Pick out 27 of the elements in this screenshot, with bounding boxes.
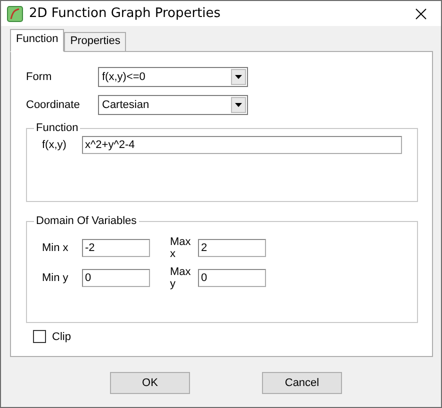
tab[interactable]: Properties — [64, 32, 126, 51]
input-field[interactable]: 2 — [198, 239, 266, 257]
input-field[interactable]: 0 — [198, 269, 266, 287]
close-icon[interactable] — [415, 8, 427, 20]
window-title: 2D Function Graph Properties — [29, 6, 222, 21]
dialog-button[interactable]: Cancel — [262, 372, 342, 394]
input-field[interactable]: 0 — [82, 269, 150, 287]
checkbox-label: Clip — [52, 330, 71, 342]
coordinate-dropdown[interactable]: Cartesian — [98, 94, 248, 114]
field-label: Coordinate — [26, 98, 81, 110]
dropdown-arrow-icon — [235, 102, 242, 106]
field-label: Max y — [169, 266, 192, 290]
app-icon — [7, 6, 23, 22]
dropdown-arrow-icon — [235, 74, 242, 78]
group-title: Function — [35, 122, 80, 134]
group-title: Domain Of Variables — [35, 215, 138, 227]
tab[interactable]: Function — [10, 29, 64, 52]
field-label: f(x,y) — [42, 139, 68, 151]
input-field[interactable]: -2 — [82, 239, 150, 257]
form-dropdown[interactable]: f(x,y)<=0 — [98, 66, 248, 86]
field-label: Form — [26, 70, 53, 82]
function-input[interactable]: x^2+y^2-4 — [82, 136, 402, 154]
field-label: Min x — [42, 242, 70, 254]
dialog-button[interactable]: OK — [110, 372, 190, 394]
field-label: Max x — [169, 236, 192, 260]
field-label: Min y — [42, 272, 70, 284]
clip-checkbox[interactable] — [33, 330, 46, 343]
